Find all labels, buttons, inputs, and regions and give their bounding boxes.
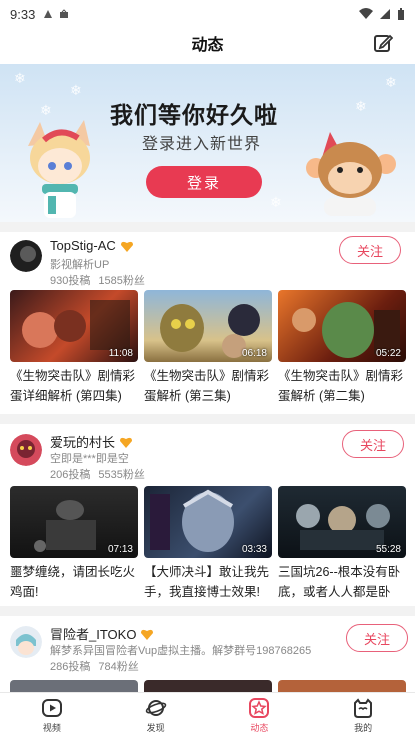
- video-card[interactable]: 06:18 《生物突击队》剧情彩蛋解析 (第三集): [144, 290, 272, 406]
- avatar[interactable]: [10, 626, 42, 658]
- star-icon: [249, 698, 270, 718]
- nav-tab-discover[interactable]: 发现: [104, 693, 208, 738]
- anime-girl-illustration: [28, 120, 90, 218]
- nav-label: 我的: [354, 723, 373, 733]
- snowflake-icon: ❄: [14, 70, 26, 86]
- username[interactable]: 冒险者_ITOKO: [50, 624, 136, 643]
- edit-icon: [374, 34, 393, 52]
- video-title[interactable]: 噩梦缠绕，请团长吃火鸡面!: [10, 562, 138, 602]
- snowflake-icon: ❄: [355, 98, 367, 114]
- status-bar: 9:33: [0, 0, 415, 28]
- video-thumbnail[interactable]: 05:22: [278, 290, 406, 362]
- video-card[interactable]: 03:33 【大师决斗】敢让我先手，我直接博士效果!: [144, 486, 272, 602]
- video-thumbnail[interactable]: [10, 680, 138, 692]
- vip-heart-icon: [120, 241, 133, 252]
- video-thumbnail[interactable]: 07:13: [10, 486, 138, 558]
- notification-a-icon: [44, 10, 53, 18]
- bottom-nav: 视频 发现 动态 我的: [0, 692, 415, 738]
- profile-icon: [354, 698, 373, 718]
- post-count: 286投稿: [50, 661, 91, 673]
- login-button[interactable]: 登录: [146, 166, 262, 198]
- fan-count: 5535粉丝: [98, 469, 145, 481]
- video-duration: 06:18: [241, 348, 267, 359]
- video-title[interactable]: 三国坑26--根本没有卧底，或者人人都是卧: [278, 562, 406, 602]
- video-duration: 11:08: [108, 348, 133, 359]
- section-divider: [0, 414, 415, 424]
- video-title[interactable]: 《生物突击队》剧情彩蛋详细解析 (第四集): [10, 366, 138, 406]
- video-title[interactable]: 《生物突击队》剧情彩蛋解析 (第二集): [278, 366, 406, 406]
- video-card[interactable]: 11:08 《生物突击队》剧情彩蛋详细解析 (第四集): [10, 290, 138, 406]
- page-title: 动态: [191, 37, 224, 54]
- user-description: 空即是***即是空: [50, 453, 129, 465]
- avatar[interactable]: [10, 240, 42, 272]
- nav-tab-video[interactable]: 视频: [0, 693, 104, 738]
- follow-button[interactable]: 关注: [339, 236, 401, 264]
- nav-tab-feed[interactable]: 动态: [208, 693, 312, 738]
- video-thumbnail[interactable]: 03:33: [144, 486, 272, 558]
- play-icon: [41, 699, 62, 717]
- fan-count: 1585粉丝: [98, 275, 145, 287]
- video-duration: 05:22: [375, 348, 401, 359]
- snowflake-icon: ❄: [270, 194, 282, 210]
- signal-icon: [380, 9, 390, 19]
- notification-box-icon: [60, 9, 69, 18]
- nav-label: 发现: [146, 723, 165, 733]
- video-thumbnail[interactable]: [144, 680, 272, 692]
- login-banner[interactable]: ❄ ❄ ❄ ❄ ❄ ❄ 我们等你好久啦 登录进入新世界 登录: [0, 64, 415, 222]
- video-thumbnail[interactable]: [278, 680, 406, 692]
- video-card[interactable]: 55:28 三国坑26--根本没有卧底，或者人人都是卧: [278, 486, 406, 602]
- user-description: 解梦系异国冒险者Vup虚拟主播。解梦群号198768265: [50, 645, 312, 657]
- planet-icon: [145, 700, 166, 716]
- snowflake-icon: ❄: [70, 82, 82, 98]
- nav-label: 视频: [42, 723, 61, 733]
- monkey-illustration: [306, 132, 396, 216]
- vip-heart-icon: [120, 437, 133, 448]
- username[interactable]: 爱玩的村长: [50, 432, 115, 451]
- feed-post: TopStig-AC 影视解析UP 930投稿 1585粉丝 关注 11:08 …: [0, 236, 415, 416]
- video-title[interactable]: 《生物突击队》剧情彩蛋解析 (第三集): [144, 366, 272, 406]
- post-count: 206投稿: [50, 469, 91, 481]
- video-card[interactable]: 07:13 噩梦缠绕，请团长吃火鸡面!: [10, 486, 138, 602]
- video-duration: 07:13: [107, 544, 133, 555]
- feed-post: 爱玩的村长 空即是***即是空 206投稿 5535粉丝 关注 07:13 噩梦…: [0, 430, 415, 610]
- video-title[interactable]: 【大师决斗】敢让我先手，我直接博士效果!: [144, 562, 272, 602]
- username[interactable]: TopStig-AC: [50, 238, 116, 253]
- video-thumbnail[interactable]: 06:18: [144, 290, 272, 362]
- compose-button[interactable]: [371, 31, 395, 55]
- wifi-icon: [359, 8, 373, 19]
- snowflake-icon: ❄: [385, 74, 397, 90]
- avatar[interactable]: [10, 434, 42, 466]
- fan-count: 784粉丝: [98, 661, 139, 673]
- battery-icon: [398, 7, 404, 20]
- banner-subline: 登录进入新世界: [142, 136, 262, 153]
- vip-heart-icon: [141, 629, 154, 640]
- video-card[interactable]: 05:22 《生物突击队》剧情彩蛋解析 (第二集): [278, 290, 406, 406]
- video-thumbnail[interactable]: 55:28: [278, 486, 406, 558]
- section-divider: [0, 222, 415, 232]
- video-duration: 03:33: [241, 544, 267, 555]
- video-thumbnail[interactable]: 11:08: [10, 290, 138, 362]
- follow-button[interactable]: 关注: [342, 430, 404, 458]
- nav-label: 动态: [250, 723, 269, 733]
- feed-post: 冒险者_ITOKO 解梦系异国冒险者Vup虚拟主播。解梦群号198768265 …: [0, 622, 415, 692]
- video-duration: 55:28: [375, 544, 401, 555]
- nav-tab-me[interactable]: 我的: [311, 693, 415, 738]
- banner-headline: 我们等你好久啦: [110, 102, 278, 128]
- status-time: 9:33: [10, 6, 36, 22]
- top-header: 动态: [0, 28, 415, 58]
- follow-button[interactable]: 关注: [346, 624, 408, 652]
- post-count: 930投稿: [50, 275, 91, 287]
- section-divider: [0, 606, 415, 616]
- user-description: 影视解析UP: [50, 259, 110, 271]
